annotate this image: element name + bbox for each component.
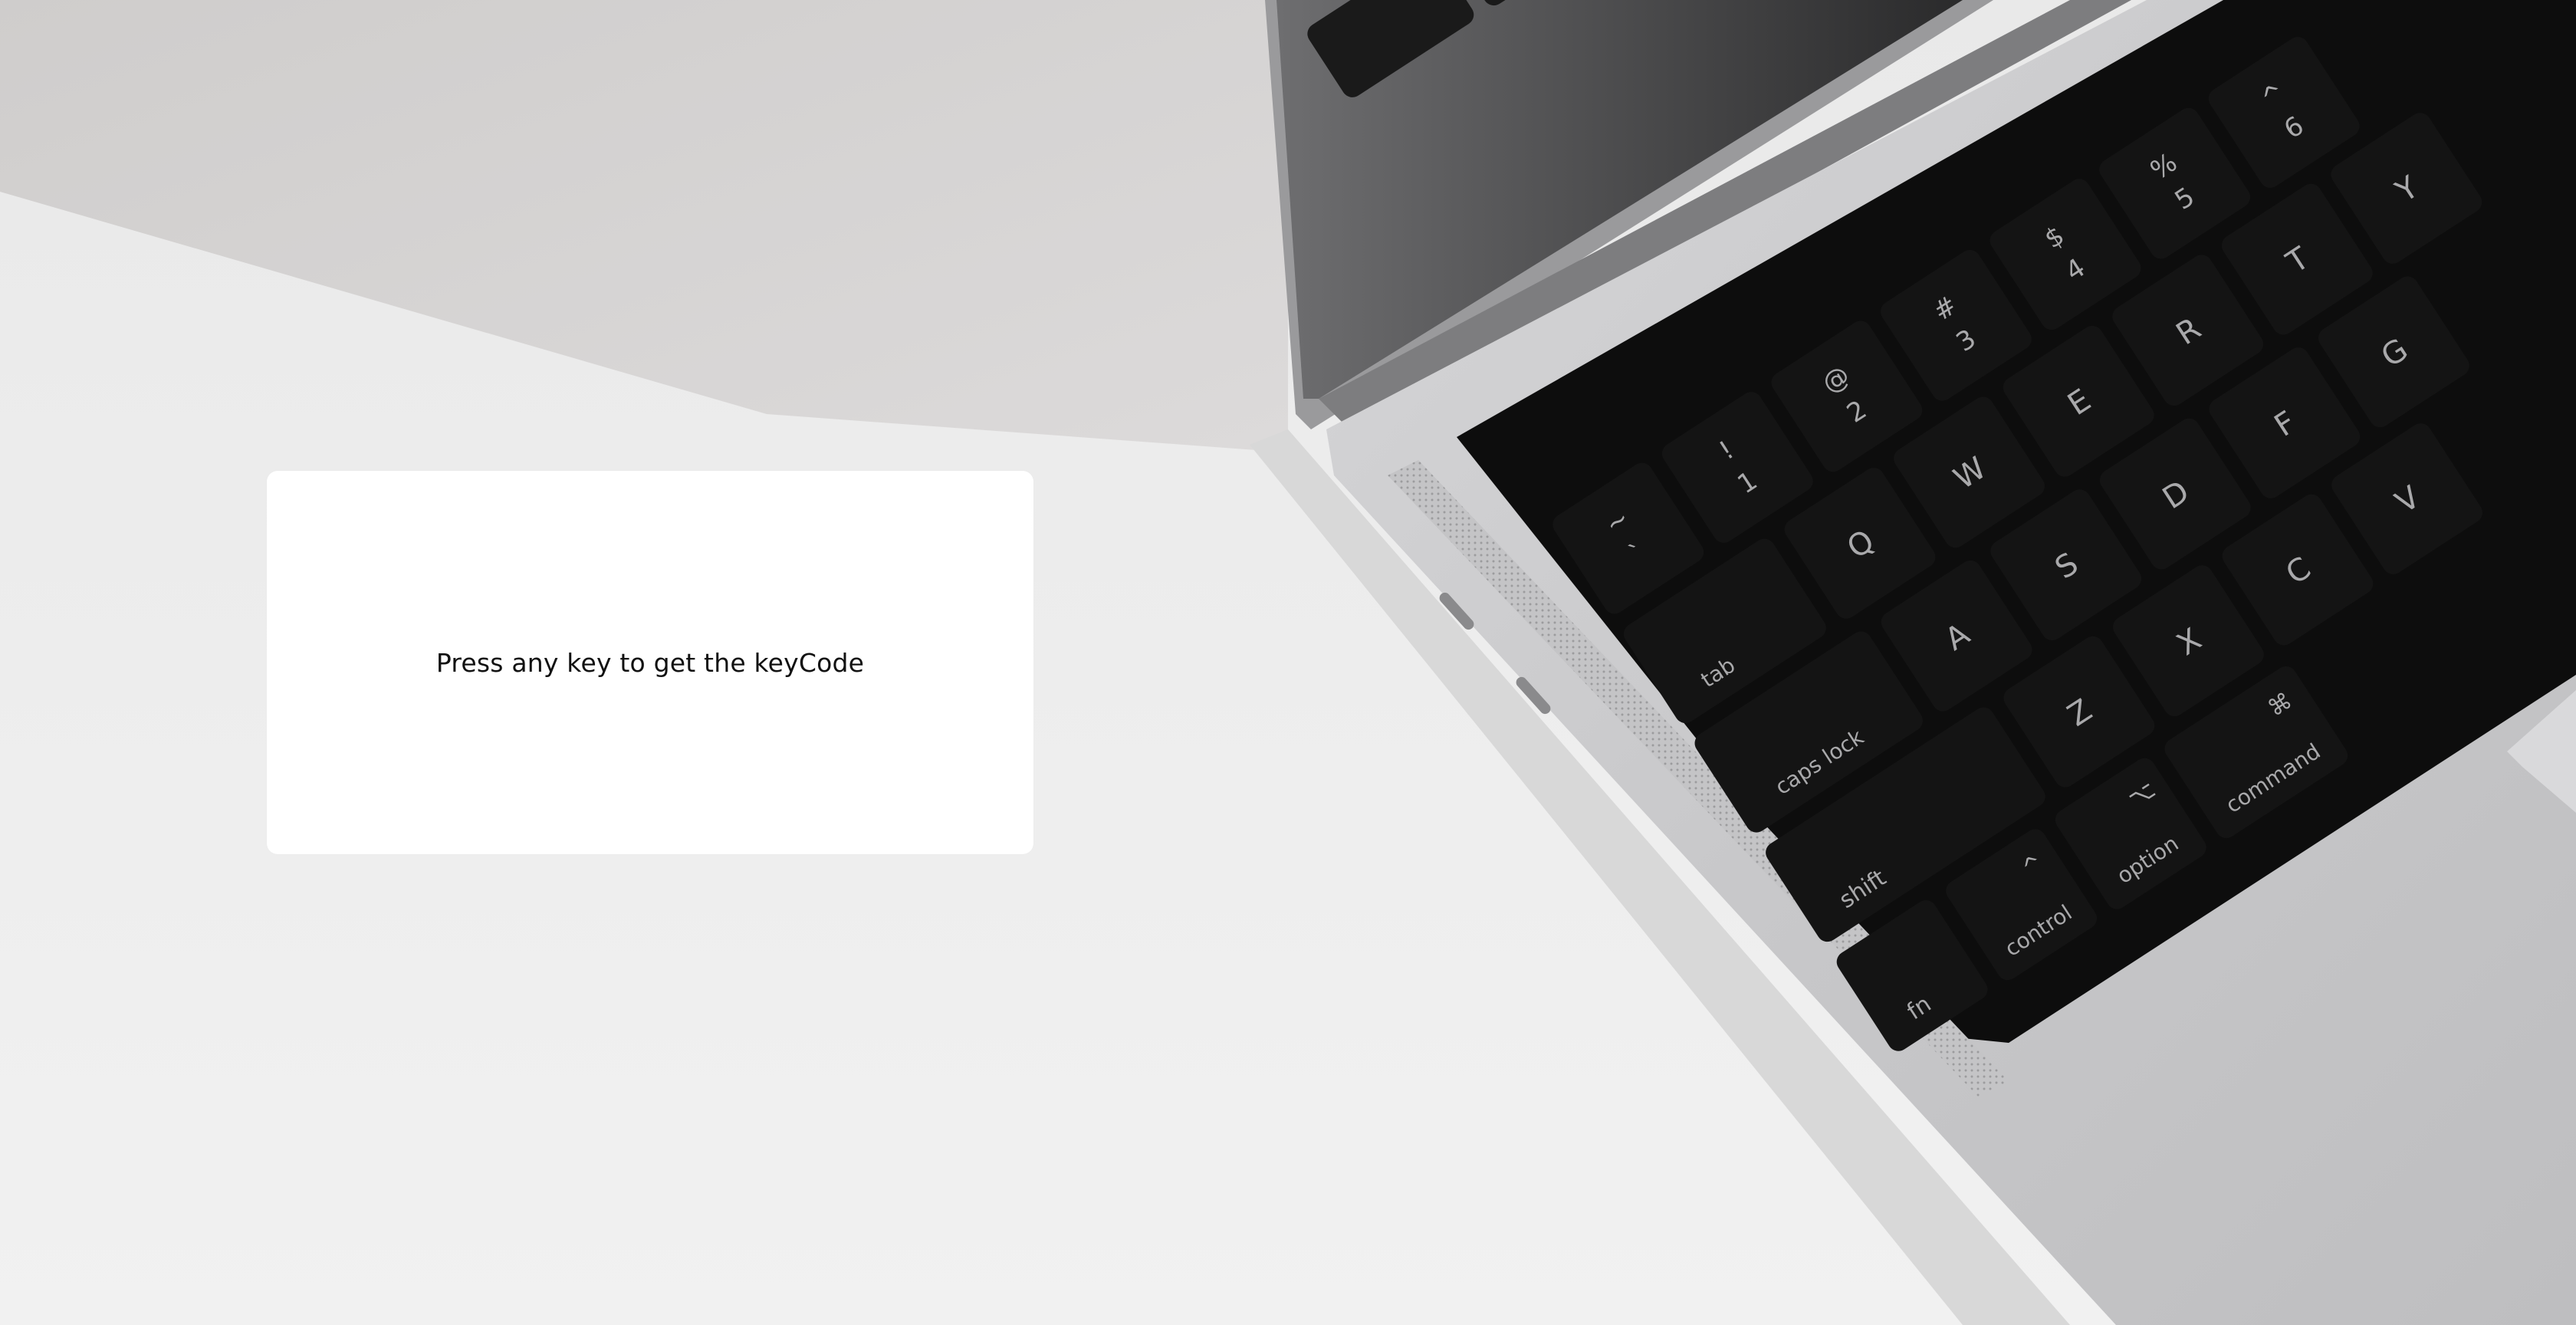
page: ~ ` ! 1 @ 2 # 3 $ 4 % 5 ^ 6 tab Q W E R — [0, 0, 2576, 1325]
keycode-prompt-text: Press any key to get the keyCode — [435, 647, 865, 678]
keycode-prompt-card[interactable]: Press any key to get the keyCode — [267, 471, 1033, 854]
